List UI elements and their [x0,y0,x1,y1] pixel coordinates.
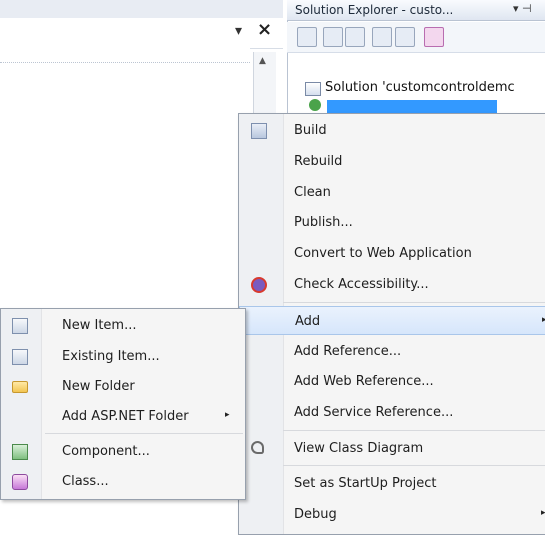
menu-separator [283,302,545,303]
solution-icon [305,82,321,96]
solution-explorer-title: Solution Explorer - custo... [295,3,454,17]
menu-item-label: Add Reference... [294,344,402,359]
selected-project-node[interactable] [327,100,497,114]
menu-item-build[interactable]: Build [239,116,545,145]
properties-icon[interactable] [297,27,317,47]
menu-item-label: Add Service Reference... [294,405,454,420]
menu-item-label: Publish... [294,215,353,230]
solution-tree: Solution 'customcontroldemc [287,54,545,120]
view-designer-icon[interactable] [395,27,415,47]
new-item-icon [12,318,28,334]
submenu-item-add-aspnet-folder[interactable]: Add ASP.NET Folder ▸ [1,402,245,431]
menu-item-label: Rebuild [294,154,343,169]
menu-item-debug[interactable]: Debug ▸ [239,500,545,529]
class-diagram-icon [251,441,264,454]
menu-item-label: View Class Diagram [294,441,424,456]
submenu-item-label: New Folder [62,379,135,394]
class-diagram-toolbar-icon[interactable] [424,27,444,47]
component-icon [12,444,28,460]
pin-icon[interactable]: ▾ ⊣ [513,2,532,15]
menu-item-add-web-reference[interactable]: Add Web Reference... [239,367,545,396]
submenu-item-label: Add ASP.NET Folder [62,409,189,424]
submenu-item-class[interactable]: Class... [1,467,245,496]
show-all-files-icon[interactable] [323,27,343,47]
menu-item-label: Debug [294,507,337,522]
menu-separator [283,465,545,466]
menu-item-add[interactable]: Add ▸ [239,306,545,335]
editor-top-strip [0,0,283,19]
menu-item-convert-to-web-application[interactable]: Convert to Web Application [239,239,545,268]
close-icon[interactable]: × [257,19,272,40]
menu-item-clean[interactable]: Clean [239,178,545,207]
menu-item-view-class-diagram[interactable]: View Class Diagram [239,434,545,463]
menu-separator [283,430,545,431]
folder-icon [12,381,28,393]
menu-item-label: Build [294,123,327,138]
solution-explorer-titlebar: Solution Explorer - custo... ▾ ⊣ [287,0,545,21]
menu-item-label: Set as StartUp Project [294,476,437,491]
menu-separator [45,433,243,434]
existing-item-icon [12,349,28,365]
scroll-up-icon[interactable]: ▲ [259,56,266,66]
menu-item-set-as-startup-project[interactable]: Set as StartUp Project [239,469,545,498]
menu-item-publish[interactable]: Publish... [239,208,545,237]
submenu-arrow-icon: ▸ [225,410,230,420]
submenu-item-label: Component... [62,444,150,459]
menu-item-label: Add Web Reference... [294,374,434,389]
menu-item-label: Add [295,314,321,329]
add-submenu: New Item... Existing Item... New Folder … [0,308,246,500]
accessibility-icon [251,277,267,293]
build-icon [251,123,267,139]
submenu-item-existing-item[interactable]: Existing Item... [1,342,245,371]
submenu-item-new-item[interactable]: New Item... [1,311,245,340]
solution-node[interactable]: Solution 'customcontroldemc [325,80,515,95]
submenu-item-label: New Item... [62,318,137,333]
project-icon [309,99,321,111]
editor-dotted-divider [0,48,250,63]
refresh-icon[interactable] [345,27,365,47]
menu-item-rebuild[interactable]: Rebuild [239,147,545,176]
menu-item-check-accessibility[interactable]: Check Accessibility... [239,270,545,299]
editor-header: ▾ × [0,18,283,49]
window-dropdown-icon[interactable]: ▾ [235,23,242,39]
submenu-item-label: Class... [62,474,109,489]
view-code-icon[interactable] [372,27,392,47]
class-icon [12,474,28,490]
menu-item-label: Convert to Web Application [294,246,472,261]
solution-explorer-toolbar [287,22,545,53]
submenu-item-label: Existing Item... [62,349,160,364]
submenu-item-new-folder[interactable]: New Folder [1,372,245,401]
menu-item-label: Clean [294,185,331,200]
menu-item-add-reference[interactable]: Add Reference... [239,337,545,366]
project-context-menu: Build Rebuild Clean Publish... Convert t… [238,113,545,535]
submenu-item-component[interactable]: Component... [1,437,245,466]
menu-item-add-service-reference[interactable]: Add Service Reference... [239,398,545,427]
submenu-arrow-icon: ▸ [541,508,545,518]
menu-item-label: Check Accessibility... [294,277,429,292]
